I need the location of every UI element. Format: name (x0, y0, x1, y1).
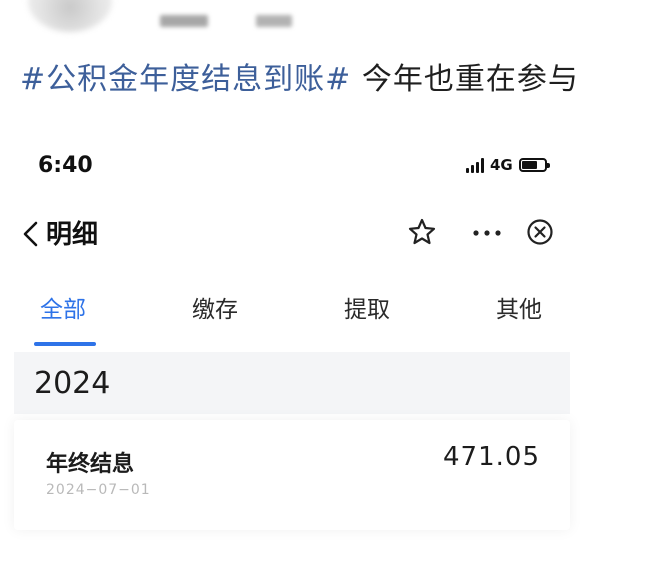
tab-deposit[interactable]: 缴存 (192, 290, 238, 324)
status-time: 6:40 (38, 153, 93, 178)
chevron-left-icon[interactable] (18, 216, 46, 252)
year-section-header: 2024 (14, 352, 570, 414)
list-item[interactable]: 年终结息 2024−07−01 471.05 (14, 420, 570, 530)
tab-all[interactable]: 全部 (40, 290, 86, 324)
close-circle-icon[interactable] (524, 216, 556, 248)
hashtag-link[interactable]: #公积金年度结息到账# (20, 62, 351, 97)
tab-withdraw[interactable]: 提取 (344, 290, 390, 324)
star-outline-icon[interactable] (406, 216, 438, 248)
avatar[interactable] (28, 0, 112, 32)
blurred-meta (256, 15, 292, 27)
battery-icon (518, 158, 550, 172)
post-body-text: 今年也重在参与 (351, 62, 579, 97)
record-date: 2024−07−01 (46, 482, 151, 498)
record-title: 年终结息 (46, 452, 135, 477)
blurred-username (160, 15, 208, 27)
tab-other[interactable]: 其他 (496, 290, 542, 324)
network-label: 4G (490, 156, 513, 174)
phone-screenshot: 6:40 4G 明细 全部 缴存 提取 其他 2024 年终结息 2024−07 (0, 130, 672, 566)
status-indicators: 4G (466, 156, 550, 174)
year-label: 2024 (34, 366, 111, 401)
more-dots-icon[interactable] (469, 218, 505, 248)
record-amount: 471.05 (443, 442, 540, 472)
active-tab-indicator (34, 342, 96, 346)
signal-icon (466, 157, 484, 173)
navbar: 明细 (0, 210, 600, 256)
post-text: #公积金年度结息到账# 今年也重在参与 (20, 58, 579, 102)
page-title: 明细 (46, 220, 99, 250)
